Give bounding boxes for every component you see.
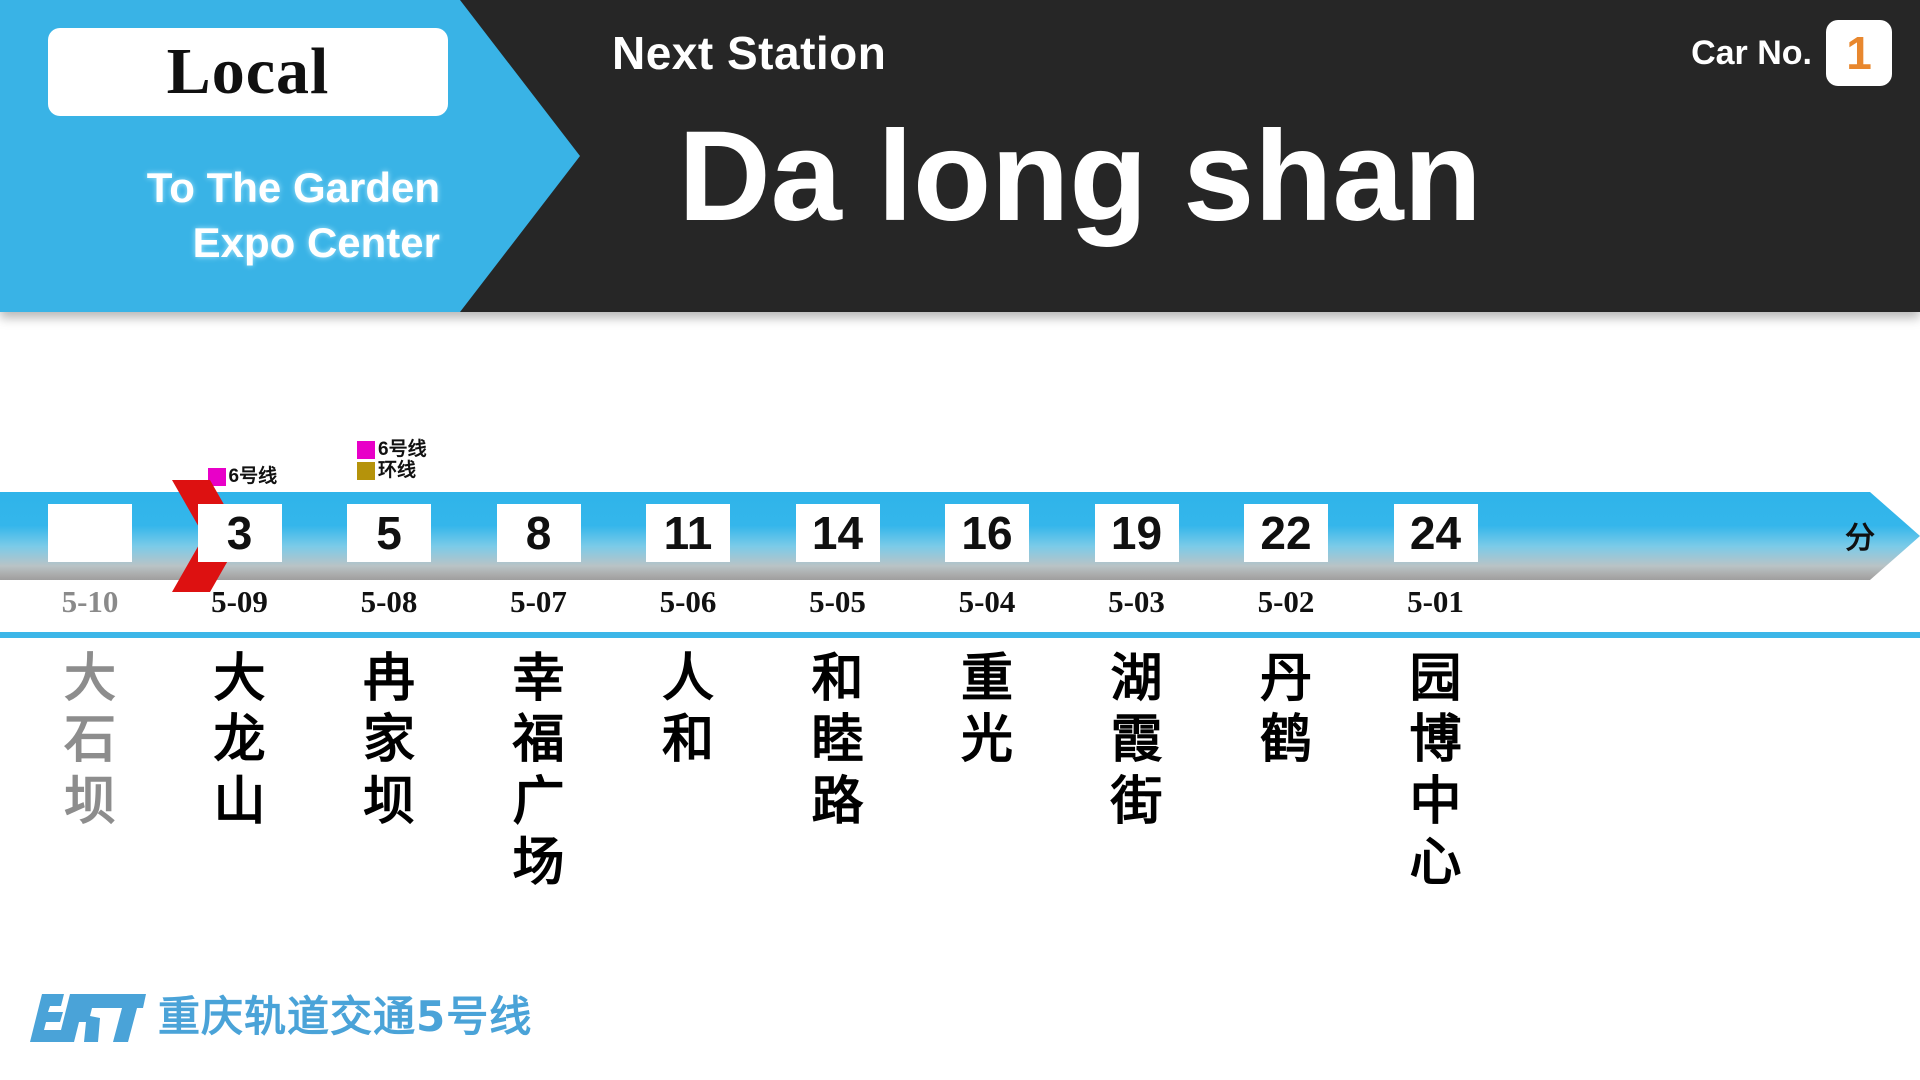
- transfer-line-name: 6号线: [228, 466, 278, 487]
- station-name-cn: 丹鹤: [1226, 648, 1346, 771]
- station-name-cn: 重光: [927, 648, 1047, 771]
- minute-unit-label: 分: [1845, 521, 1875, 556]
- station-name-cn: 幸福广场: [479, 648, 599, 893]
- station-code: 5-01: [1407, 584, 1464, 619]
- station-code: 5-09: [211, 584, 268, 619]
- station-code: 5-04: [958, 584, 1016, 619]
- route-diagram: 6号线 6号线 环线 3 5 8 11 14 16 19 22 24 分 5-10 5-09 5-08 5…: [0, 312, 1920, 1080]
- destination-line-2: Expo Center: [192, 219, 440, 267]
- station-name-cn: 冉家坝: [329, 648, 449, 832]
- station-name-char: 冉: [362, 648, 415, 709]
- travel-time-box: 3: [197, 504, 282, 562]
- station-name-char: 场: [512, 832, 565, 894]
- station-name-char: 博: [1409, 709, 1462, 771]
- transfer-line-name: 6号线: [378, 439, 427, 460]
- car-number-box: 1: [1826, 20, 1892, 86]
- station-name-char: 广: [512, 770, 565, 832]
- station-name-char: 睦: [811, 709, 864, 771]
- header-bar: Local To The Garden Expo Center Next Sta…: [0, 0, 1920, 312]
- station-name-char: 大: [213, 648, 266, 709]
- station-name-char: 丹: [1259, 648, 1312, 709]
- travel-time-value: 16: [961, 507, 1013, 559]
- station-code: 5-08: [360, 584, 418, 619]
- travel-time-box: 8: [496, 504, 581, 562]
- travel-time-value: 3: [226, 507, 253, 559]
- crt-logo-icon: [30, 994, 146, 1042]
- station-code: 5-07: [510, 584, 567, 619]
- travel-time-value: 11: [663, 507, 713, 559]
- station-name-char: 大: [63, 648, 116, 709]
- station-name-cn: 湖霞街: [1077, 648, 1197, 832]
- travel-time-box: 22: [1244, 504, 1328, 562]
- travel-time-box: 19: [1094, 504, 1179, 562]
- station-name-cn: 大龙山: [180, 648, 300, 832]
- station-name-char: 霞: [1110, 709, 1163, 771]
- travel-time-box: 5: [347, 504, 431, 562]
- car-number-value: 1: [1846, 27, 1872, 79]
- station-name-char: 山: [213, 770, 266, 832]
- station-name-char: 家: [362, 709, 415, 771]
- station-name-char: 街: [1110, 770, 1163, 832]
- station-name-char: 光: [960, 709, 1013, 771]
- line-color-swatch-icon: [357, 461, 375, 480]
- station-name-cn: 大石坝: [30, 648, 150, 832]
- station-name-char: 心: [1409, 832, 1462, 894]
- travel-time-box: 16: [945, 504, 1029, 562]
- station-name-char: 坝: [63, 770, 116, 832]
- travel-time-value: 19: [1110, 507, 1163, 559]
- transfer-legend-row: 环线: [357, 461, 427, 480]
- travel-time-value: 5: [376, 507, 402, 559]
- travel-time-value: 14: [811, 507, 864, 559]
- travel-time-box: 11: [646, 504, 730, 562]
- travel-time-value: 24: [1409, 507, 1462, 559]
- station-name-char: 福: [512, 709, 565, 771]
- travel-time-value: 22: [1260, 507, 1312, 559]
- footer-bar: 重庆轨道交通5号线: [0, 982, 1920, 1068]
- station-name-char: 坝: [362, 770, 415, 832]
- route-separator-line: [0, 632, 1920, 638]
- station-name-char: 石: [63, 709, 116, 771]
- transfer-line-name: 环线: [378, 460, 417, 481]
- destination-text: To The Garden Expo Center: [40, 160, 440, 271]
- station-code: 5-10: [61, 584, 119, 619]
- destination-line-1: To The Garden: [146, 164, 440, 211]
- transfer-legend: 6号线 环线: [357, 440, 427, 480]
- line-color-swatch-icon: [357, 440, 375, 459]
- station-name-char: 园: [1409, 648, 1462, 709]
- next-station-label: Next Station: [612, 27, 887, 79]
- station-name-char: 鹤: [1259, 709, 1312, 771]
- service-type-label: Local: [166, 35, 330, 108]
- operator-name: 重庆轨道交通5号线: [158, 992, 533, 1041]
- station-code: 5-05: [809, 584, 866, 619]
- station-name-char: 和: [811, 648, 864, 709]
- station-name-cn: 和睦路: [778, 648, 898, 832]
- car-number-label: Car No.: [1691, 33, 1812, 72]
- station-name-cn: 园博中心: [1376, 648, 1496, 893]
- travel-time-box: 14: [795, 504, 880, 562]
- travel-time-box: 24: [1393, 504, 1478, 562]
- station-name-char: 湖: [1110, 648, 1163, 709]
- station-name-char: 重: [960, 648, 1013, 709]
- transfer-legend-row: 6号线: [357, 440, 427, 459]
- station-name-char: 龙: [213, 709, 266, 771]
- station-name-char: 和: [661, 709, 714, 771]
- travel-time-value: 8: [525, 507, 552, 559]
- station-name-char: 中: [1409, 770, 1462, 832]
- transfer-legend-row: 6号线: [207, 466, 278, 487]
- route-strip: 3 5 8 11 14 16 19 22 24 分: [0, 480, 1920, 592]
- travel-time-box: [48, 504, 132, 562]
- station-name-char: 人: [661, 648, 714, 709]
- station-name-char: 幸: [512, 648, 565, 709]
- station-code: 5-06: [659, 584, 717, 619]
- service-type-badge: Local: [48, 28, 448, 116]
- next-station-name: Da long shan: [678, 105, 1482, 248]
- station-code: 5-03: [1108, 584, 1165, 619]
- transfer-legend: 6号线: [207, 466, 278, 487]
- station-code: 5-02: [1257, 584, 1315, 619]
- station-name-char: 路: [811, 770, 864, 832]
- station-name-cn: 人和: [628, 648, 748, 771]
- car-number-group: Car No. 1: [1691, 20, 1892, 86]
- transit-pid-display: Local To The Garden Expo Center Next Sta…: [0, 0, 1920, 1080]
